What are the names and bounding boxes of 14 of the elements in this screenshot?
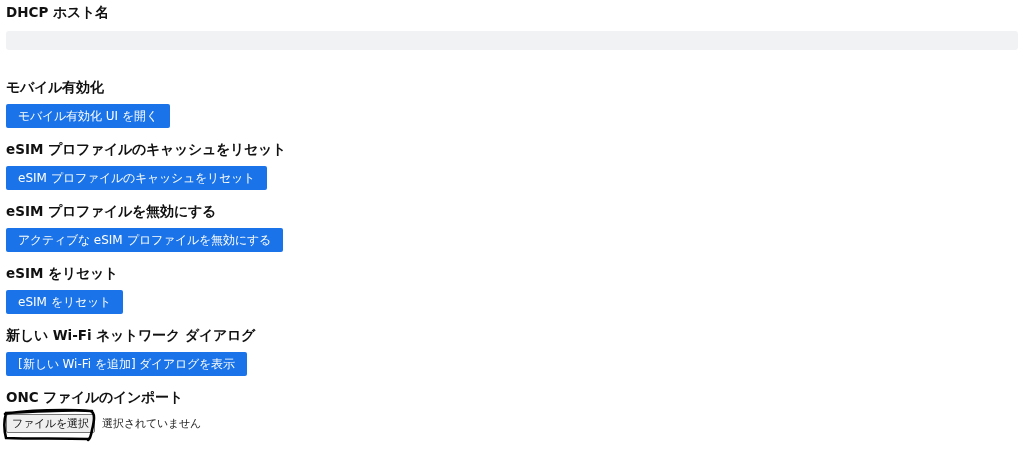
action-button[interactable]: モバイル有効化 UI を開く bbox=[6, 104, 170, 128]
file-status: 選択されていません bbox=[102, 416, 201, 431]
section-heading: eSIM プロファイルを無効にする bbox=[6, 202, 218, 220]
choose-file-button[interactable]: ファイルを選択 bbox=[6, 414, 95, 433]
section-heading: eSIM プロファイルのキャッシュをリセット bbox=[6, 140, 288, 158]
section-heading: eSIM をリセット bbox=[6, 264, 120, 282]
section-heading: 新しい Wi-Fi ネットワーク ダイアログ bbox=[6, 326, 257, 344]
action-button[interactable]: アクティブな eSIM プロファイルを無効にする bbox=[6, 228, 283, 252]
action-button[interactable]: [新しい Wi-Fi を追加] ダイアログを表示 bbox=[6, 352, 248, 376]
action-button[interactable]: eSIM プロファイルのキャッシュをリセット bbox=[6, 166, 267, 190]
section-heading: ONC ファイルのインポート bbox=[6, 388, 185, 406]
action-button[interactable]: eSIM をリセット bbox=[6, 290, 123, 314]
section-heading: モバイル有効化 bbox=[6, 78, 105, 96]
section-heading: DHCP ホスト名 bbox=[6, 3, 110, 21]
